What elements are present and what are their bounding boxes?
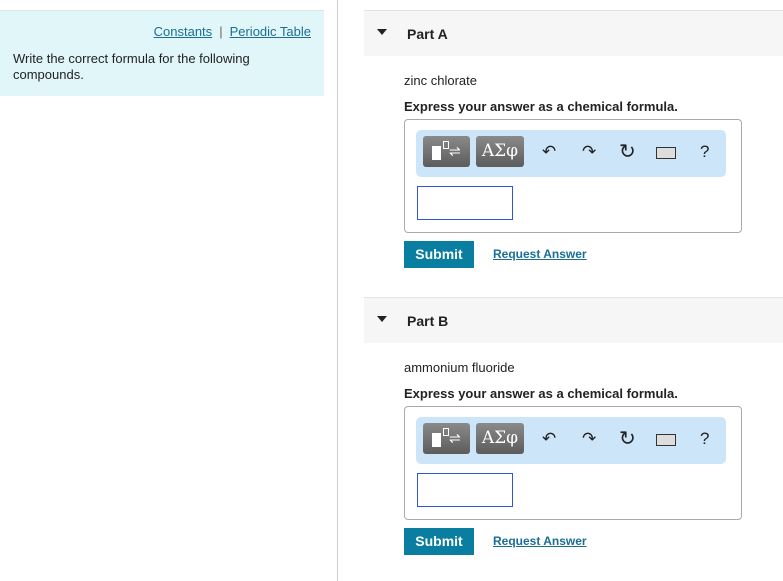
resource-links: Constants | Periodic Table	[154, 24, 311, 39]
submit-button[interactable]: Submit	[404, 528, 474, 555]
undo-icon[interactable]: ↶	[542, 142, 556, 162]
link-separator: |	[219, 24, 223, 39]
part-b: Part B ammonium fluoride Express your an…	[364, 297, 783, 555]
request-answer-link[interactable]: Request Answer	[493, 247, 587, 261]
instruction-text: Express your answer as a chemical formul…	[404, 99, 678, 114]
keyboard-icon[interactable]	[656, 434, 676, 446]
periodic-table-link[interactable]: Periodic Table	[230, 24, 311, 39]
answer-box: ⇌ ΑΣφ ↶ ↷ ↻ ?	[404, 406, 742, 520]
templates-button[interactable]: ⇌	[423, 136, 470, 167]
submit-button[interactable]: Submit	[404, 241, 474, 268]
part-a: Part A zinc chlorate Express your answer…	[364, 10, 783, 268]
instruction-text: Express your answer as a chemical formul…	[404, 386, 678, 401]
collapse-triangle-icon[interactable]	[377, 29, 387, 35]
divider	[337, 0, 338, 581]
redo-icon[interactable]: ↷	[582, 142, 596, 162]
greek-symbols-button[interactable]: ΑΣφ	[476, 136, 524, 167]
template-icon	[432, 146, 441, 160]
part-title: Part B	[407, 313, 449, 329]
request-answer-link[interactable]: Request Answer	[493, 534, 587, 548]
reset-icon[interactable]: ↻	[619, 429, 636, 449]
answer-input[interactable]	[417, 473, 513, 507]
help-icon[interactable]: ?	[700, 142, 709, 162]
collapse-triangle-icon[interactable]	[377, 316, 387, 322]
reset-icon[interactable]: ↻	[619, 142, 636, 162]
greek-symbols-button[interactable]: ΑΣφ	[476, 423, 524, 454]
arrows-icon: ⇌	[449, 430, 461, 446]
undo-icon[interactable]: ↶	[542, 429, 556, 449]
redo-icon[interactable]: ↷	[582, 429, 596, 449]
answer-box: ⇌ ΑΣφ ↶ ↷ ↻ ?	[404, 119, 742, 233]
instructions-panel: Constants | Periodic Table Write the corre…	[0, 10, 324, 96]
templates-button[interactable]: ⇌	[423, 423, 470, 454]
answer-input[interactable]	[417, 186, 513, 220]
part-title: Part A	[407, 26, 448, 42]
constants-link[interactable]: Constants	[154, 24, 213, 39]
math-toolbar: ⇌ ΑΣφ ↶ ↷ ↻ ?	[416, 417, 726, 464]
math-toolbar: ⇌ ΑΣφ ↶ ↷ ↻ ?	[416, 130, 726, 177]
question-text: ammonium fluoride	[404, 360, 515, 375]
help-icon[interactable]: ?	[700, 429, 709, 449]
intro-text: Write the correct formula for the follow…	[13, 51, 250, 82]
keyboard-icon[interactable]	[656, 147, 676, 159]
template-icon	[432, 433, 441, 447]
question-text: zinc chlorate	[404, 73, 477, 88]
part-a-header[interactable]: Part A	[364, 10, 783, 56]
arrows-icon: ⇌	[449, 143, 461, 159]
part-b-header[interactable]: Part B	[364, 297, 783, 343]
